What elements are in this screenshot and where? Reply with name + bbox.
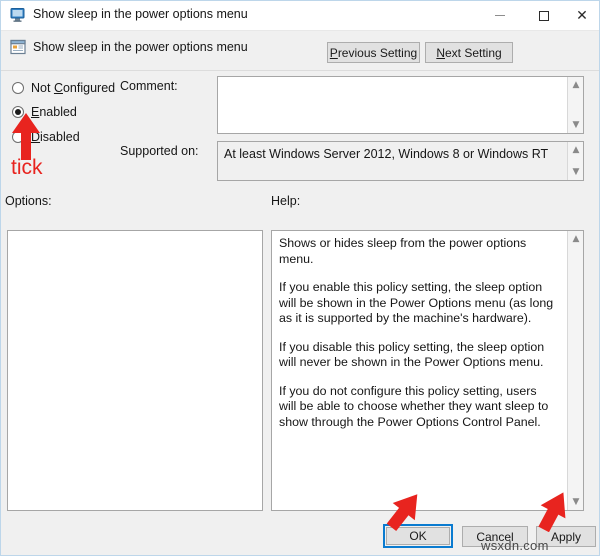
- radio-circle-icon: [12, 82, 24, 94]
- help-paragraph: Shows or hides sleep from the power opti…: [279, 236, 527, 266]
- maximize-button[interactable]: [522, 1, 566, 30]
- supported-on-field: At least Windows Server 2012, Windows 8 …: [217, 141, 584, 181]
- monitor-policy-icon: [10, 7, 27, 23]
- previous-setting-button[interactable]: Previous Setting: [327, 42, 420, 63]
- options-label: Options:: [5, 194, 52, 208]
- help-paragraph: If you enable this policy setting, the s…: [279, 280, 554, 325]
- help-label: Help:: [271, 194, 301, 208]
- scroll-up-icon[interactable]: ▲: [568, 232, 584, 246]
- comment-scrollbar[interactable]: ▲ ▼: [567, 77, 583, 133]
- radio-not-configured-label: Not Configured: [31, 81, 116, 95]
- annotation-arrow-to-apply: [538, 492, 566, 532]
- help-paragraph: If you disable this policy setting, the …: [279, 339, 545, 370]
- next-setting-button[interactable]: Next Setting: [425, 42, 513, 63]
- next-setting-label: Next Setting: [436, 45, 502, 60]
- title-bar: Show sleep in the power options menu ✕: [1, 1, 599, 31]
- header-divider: [1, 70, 599, 71]
- annotation-tick-label: tick: [11, 156, 43, 179]
- close-button[interactable]: ✕: [564, 1, 599, 30]
- options-panel[interactable]: [7, 230, 263, 511]
- window-title: Show sleep in the power options menu: [33, 7, 248, 21]
- maximize-icon: [539, 10, 549, 21]
- close-icon: ✕: [576, 7, 588, 24]
- scroll-down-icon[interactable]: ▼: [568, 165, 584, 179]
- policy-setting-icon: [10, 39, 26, 55]
- annotation-arrow-to-enabled: [12, 113, 40, 160]
- comment-input[interactable]: ▲ ▼: [217, 76, 584, 134]
- help-scrollbar[interactable]: ▲ ▼: [567, 231, 583, 510]
- help-panel: Shows or hides sleep from the power opti…: [271, 230, 584, 511]
- supported-on-value: At least Windows Server 2012, Windows 8 …: [224, 147, 549, 161]
- scroll-up-icon[interactable]: ▲: [568, 143, 584, 157]
- scroll-up-icon[interactable]: ▲: [568, 78, 584, 92]
- minimize-icon: [495, 15, 505, 16]
- gpo-setting-dialog: Show sleep in the power options menu ✕ S…: [0, 0, 600, 556]
- supported-on-scrollbar[interactable]: ▲ ▼: [567, 142, 583, 180]
- comment-label: Comment:: [120, 79, 178, 93]
- scroll-down-icon[interactable]: ▼: [568, 118, 584, 132]
- supported-on-label: Supported on:: [120, 144, 199, 158]
- previous-setting-label: Previous Setting: [329, 45, 418, 60]
- help-paragraph: If you do not configure this policy sett…: [279, 383, 549, 429]
- annotation-arrow-to-ok: [386, 494, 418, 532]
- minimize-button[interactable]: [478, 1, 522, 30]
- watermark: wsxdn.com: [481, 538, 549, 553]
- setting-name-label: Show sleep in the power options menu: [33, 40, 248, 54]
- help-text: Shows or hides sleep from the power opti…: [279, 236, 556, 443]
